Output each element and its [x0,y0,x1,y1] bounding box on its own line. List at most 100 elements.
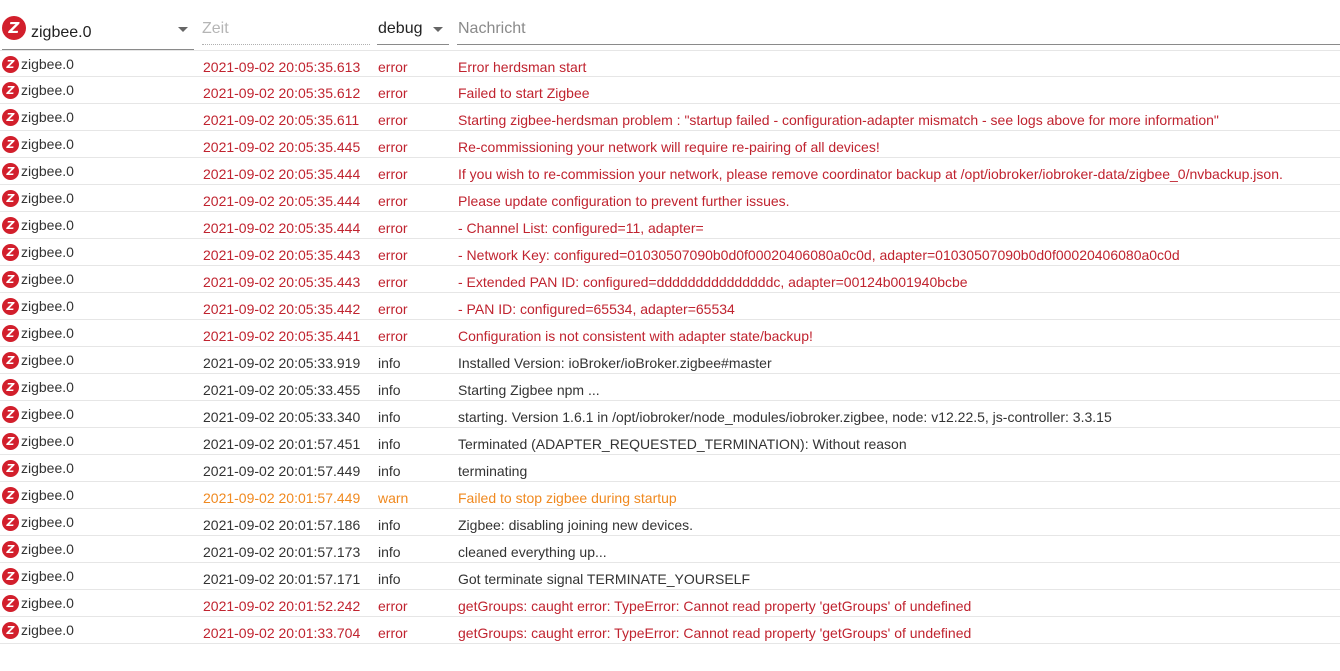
log-source: Zzigbee.0 [2,81,74,99]
log-row: Zzigbee.0 2021-09-02 20:05:33.455 info Star… [0,374,1340,401]
log-source: Zzigbee.0 [2,297,74,315]
zigbee-logo-icon: Z [2,594,19,612]
log-source-label: zigbee.0 [21,595,74,611]
log-row: Zzigbee.0 2021-09-02 20:05:35.613 error Err… [0,50,1340,77]
level-filter-select[interactable]: debug [377,12,449,45]
log-message: Re-commissioning your network will requi… [458,139,880,155]
log-message: Zigbee: disabling joining new devices. [458,517,694,533]
log-row: Zzigbee.0 2021-09-02 20:05:33.340 info star… [0,401,1340,428]
log-source-label: zigbee.0 [21,190,74,206]
log-source: Zzigbee.0 [2,270,74,288]
log-level: error [378,220,408,236]
adapter-filter-select[interactable]: Z zigbee.0 [2,12,194,50]
log-source-label: zigbee.0 [21,163,74,179]
zigbee-logo-icon: Z [2,135,19,153]
log-message: starting. Version 1.6.1 in /opt/iobroker… [458,409,1112,425]
log-time: 2021-09-02 20:01:57.449 [203,463,361,479]
log-level: info [378,409,401,425]
log-time: 2021-09-02 20:05:35.444 [203,166,361,182]
log-source-label: zigbee.0 [21,568,74,584]
log-message: If you wish to re-commission your networ… [458,166,1283,182]
log-row: Zzigbee.0 2021-09-02 20:01:57.451 info Term… [0,428,1340,455]
log-time: 2021-09-02 20:01:57.173 [203,544,361,560]
log-source: Zzigbee.0 [2,378,74,396]
zigbee-logo-icon: Z [2,378,19,396]
log-source: Zzigbee.0 [2,189,74,207]
log-source-label: zigbee.0 [21,136,74,152]
zigbee-logo-icon: Z [2,189,19,207]
log-row: Zzigbee.0 2021-09-02 20:05:35.443 error - N… [0,239,1340,266]
log-level: error [378,166,408,182]
log-source-label: zigbee.0 [21,487,74,503]
log-time: 2021-09-02 20:05:35.441 [203,328,361,344]
zigbee-logo-icon: Z [2,270,19,288]
zigbee-logo-icon: Z [2,108,19,126]
zigbee-logo-icon: Z [2,55,19,73]
log-level: error [378,59,408,75]
log-time: 2021-09-02 20:01:57.449 [203,490,361,506]
log-time: 2021-09-02 20:01:33.704 [203,625,361,641]
log-level: error [378,274,408,290]
log-source: Zzigbee.0 [2,432,74,450]
log-level: error [378,247,408,263]
chevron-down-icon [433,27,443,32]
zigbee-logo-icon: Z [2,432,19,450]
log-level: info [378,355,401,371]
log-row: Zzigbee.0 2021-09-02 20:05:35.444 error If … [0,158,1340,185]
log-level: info [378,517,401,533]
log-row: Zzigbee.0 2021-09-02 20:01:57.171 info Got … [0,563,1340,590]
log-time: 2021-09-02 20:05:35.443 [203,247,361,263]
log-message: getGroups: caught error: TypeError: Cann… [458,598,972,614]
log-source-label: zigbee.0 [21,82,74,98]
log-message: - Channel List: configured=11, adapter= [458,220,704,236]
log-time: 2021-09-02 20:05:35.443 [203,274,361,290]
log-source: Zzigbee.0 [2,486,74,504]
log-time: 2021-09-02 20:05:35.444 [203,220,361,236]
log-message: Installed Version: ioBroker/ioBroker.zig… [458,355,772,371]
log-message: getGroups: caught error: TypeError: Cann… [458,625,972,641]
log-filter-bar: Z zigbee.0 Zeit debug Nachricht [0,0,1340,50]
log-time: 2021-09-02 20:05:35.442 [203,301,361,317]
log-source-label: zigbee.0 [21,379,74,395]
log-row: Zzigbee.0 2021-09-02 20:01:57.186 info Zigb… [0,509,1340,536]
time-filter-input[interactable]: Zeit [202,12,370,45]
log-row: Zzigbee.0 2021-09-02 20:05:35.444 error Ple… [0,185,1340,212]
log-source-label: zigbee.0 [21,352,74,368]
log-source-label: zigbee.0 [21,514,74,530]
log-row: Zzigbee.0 2021-09-02 20:05:35.445 error Re-… [0,131,1340,158]
zigbee-logo-icon: Z [2,513,19,531]
log-source-label: zigbee.0 [21,244,74,260]
log-row: Zzigbee.0 2021-09-02 20:01:57.449 warn Fail… [0,482,1340,509]
message-filter-input[interactable]: Nachricht [457,12,1340,45]
log-message: Got terminate signal TERMINATE_YOURSELF [458,571,751,587]
log-source: Zzigbee.0 [2,216,74,234]
log-level: error [378,139,408,155]
log-source: Zzigbee.0 [2,55,74,73]
level-filter-value: debug [378,20,423,37]
log-source-label: zigbee.0 [21,271,74,287]
log-source-label: zigbee.0 [21,56,74,72]
log-source-label: zigbee.0 [21,460,74,476]
zigbee-logo-icon: Z [2,16,26,40]
log-level: error [378,301,408,317]
log-time: 2021-09-02 20:01:52.242 [203,598,361,614]
zigbee-logo-icon: Z [2,324,19,342]
log-level: error [378,598,408,614]
log-time: 2021-09-02 20:05:35.444 [203,193,361,209]
message-filter-placeholder: Nachricht [458,20,526,37]
zigbee-logo-icon: Z [2,486,19,504]
log-time: 2021-09-02 20:01:57.451 [203,436,361,452]
log-level: info [378,544,401,560]
log-source: Zzigbee.0 [2,324,74,342]
zigbee-logo-icon: Z [2,540,19,558]
log-source: Zzigbee.0 [2,459,74,477]
log-source: Zzigbee.0 [2,108,74,126]
log-message: Failed to stop zigbee during startup [458,490,677,506]
log-level: info [378,382,401,398]
log-message: Starting Zigbee npm ... [458,382,600,398]
log-time: 2021-09-02 20:01:57.186 [203,517,361,533]
log-level: error [378,328,408,344]
log-source: Zzigbee.0 [2,594,74,612]
log-level: info [378,571,401,587]
log-message: Starting zigbee-herdsman problem : "star… [458,112,1219,128]
